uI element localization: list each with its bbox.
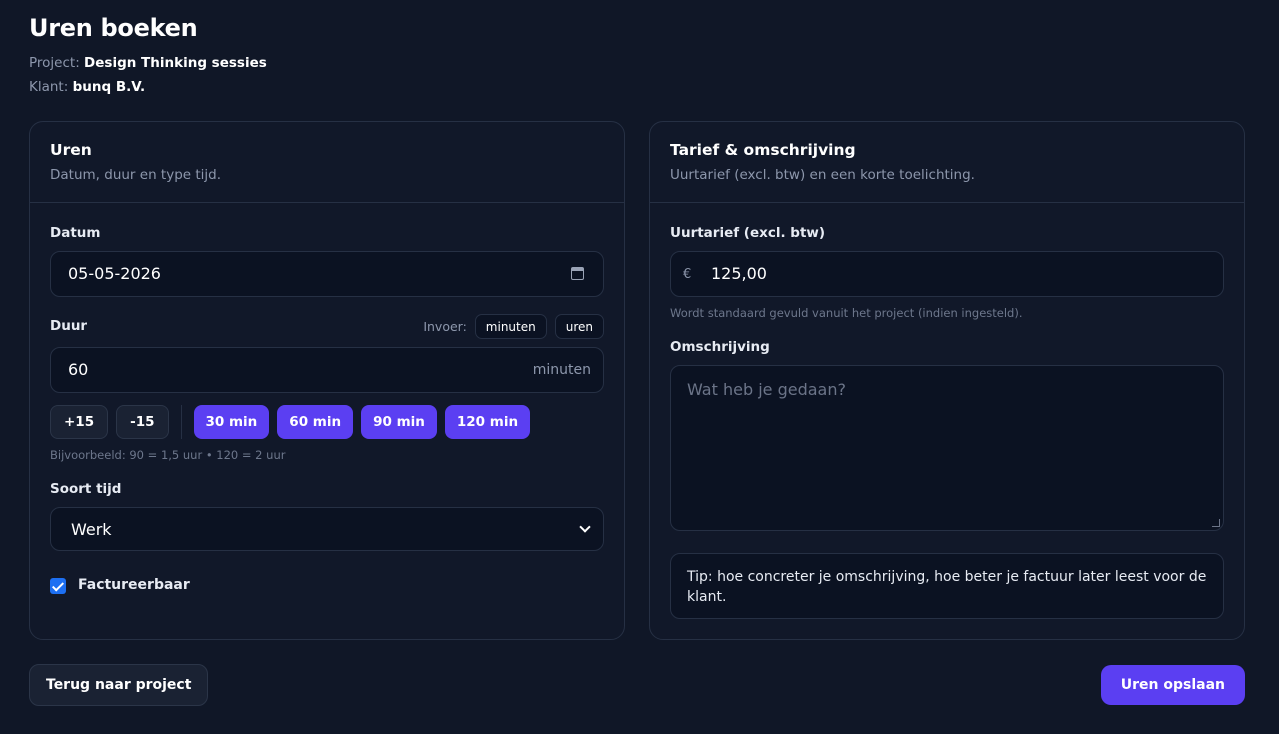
rate-input[interactable]: € 125,00 [670,251,1224,297]
calendar-icon[interactable] [571,267,584,280]
project-name: Design Thinking sessies [84,55,267,71]
billable-checkbox[interactable] [50,578,66,594]
chevron-down-icon [579,521,591,533]
date-input[interactable]: 05-05-2026 [50,251,604,297]
time-type-select[interactable]: Werk [50,507,604,551]
euro-icon: € [683,267,692,282]
project-label: Project: [29,55,80,71]
project-info: Project: Design Thinking sessies [29,55,267,71]
time-type-value: Werk [71,520,112,539]
date-value: 05-05-2026 [68,264,161,283]
hours-card: Uren Datum, duur en type tijd. Datum 05-… [29,121,625,640]
duration-unit: minuten [532,362,591,378]
resize-handle-icon[interactable] [1212,519,1220,527]
rate-card: Tarief & omschrijving Uurtarief (excl. b… [649,121,1245,640]
preset-60-button[interactable]: 60 min [277,405,354,439]
duration-quick-buttons: +15 -15 30 min 60 min 90 min 120 min [50,405,538,439]
client-label: Klant: [29,79,69,95]
description-label: Omschrijving [670,339,770,355]
rate-card-header: Tarief & omschrijving Uurtarief (excl. b… [650,122,1244,203]
description-placeholder: Wat heb je gedaan? [687,380,846,399]
description-tip: Tip: hoe concreter je omschrijving, hoe … [670,553,1224,619]
input-mode-toggle: Invoer: minuten uren [423,314,604,339]
preset-120-button[interactable]: 120 min [444,405,531,439]
duration-value: 60 [68,360,89,379]
client-info: Klant: bunq B.V. [29,79,145,95]
hours-card-subtitle: Datum, duur en type tijd. [50,167,222,183]
duration-label: Duur [50,318,88,334]
button-divider [180,405,182,439]
add-15-button[interactable]: +15 [50,405,109,439]
input-mode-minutes[interactable]: minuten [474,314,547,339]
rate-label: Uurtarief (excl. btw) [670,225,826,241]
duration-input[interactable]: 60 minuten [50,347,604,393]
hours-card-title: Uren [50,141,92,159]
page-title: Uren boeken [29,14,198,42]
duration-example-hint: Bijvoorbeeld: 90 = 1,5 uur • 120 = 2 uur [50,448,286,462]
client-name: bunq B.V. [72,79,146,95]
rate-hint: Wordt standaard gevuld vanuit het projec… [670,306,1023,320]
preset-30-button[interactable]: 30 min [193,405,270,439]
input-mode-hours[interactable]: uren [554,314,604,339]
preset-90-button[interactable]: 90 min [361,405,437,439]
back-to-project-button[interactable]: Terug naar project [29,664,209,706]
date-label: Datum [50,225,101,241]
rate-value: 125,00 [711,264,767,283]
subtract-15-button[interactable]: -15 [116,405,169,439]
input-mode-label: Invoer: [423,319,467,334]
save-hours-button[interactable]: Uren opslaan [1100,665,1245,705]
billable-label[interactable]: Factureerbaar [78,577,190,593]
time-type-label: Soort tijd [50,481,122,497]
rate-card-subtitle: Uurtarief (excl. btw) en een korte toeli… [670,167,975,183]
rate-card-title: Tarief & omschrijving [670,141,856,159]
description-textarea[interactable]: Wat heb je gedaan? [670,365,1224,531]
hours-card-header: Uren Datum, duur en type tijd. [30,122,624,203]
